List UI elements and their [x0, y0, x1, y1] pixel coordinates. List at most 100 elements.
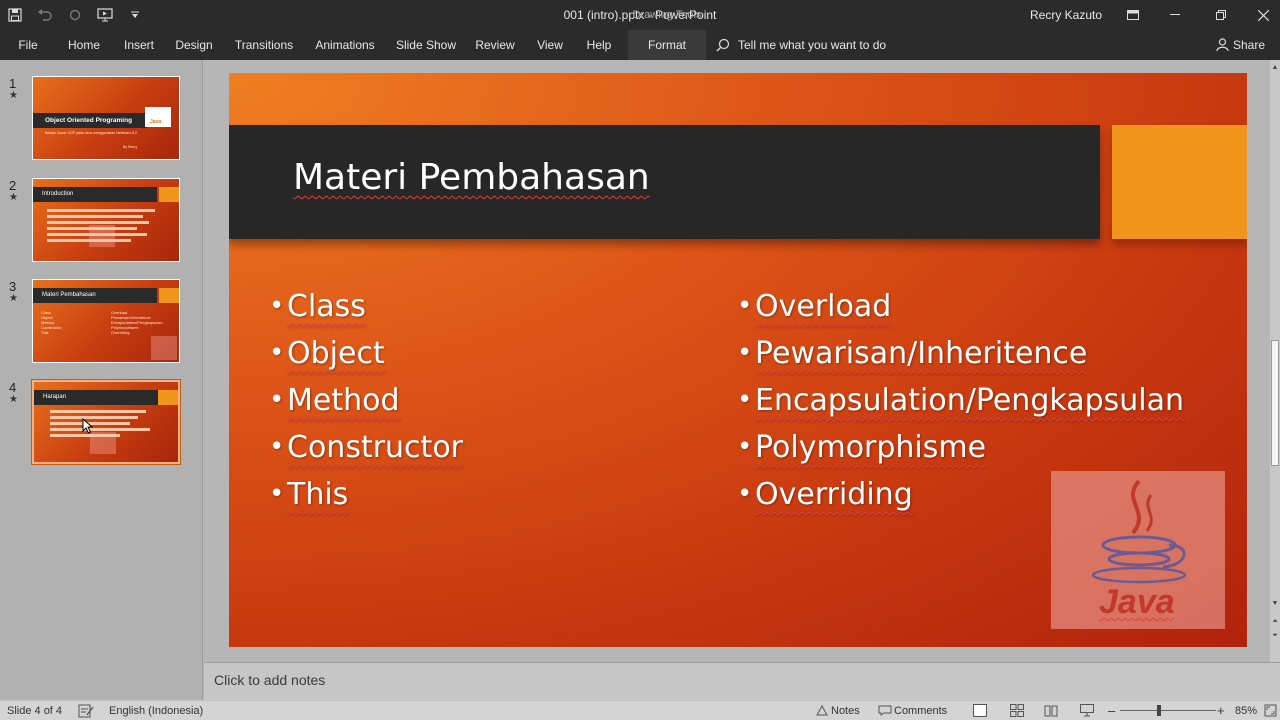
animation-star-icon: ★ — [9, 394, 18, 405]
thumb-subtitle: Belajar Dasar OOP pada Java menggunakan … — [45, 131, 137, 135]
current-slide[interactable]: Materi Pembahasan •Class •Object •Method… — [229, 73, 1247, 647]
quick-access-toolbar — [0, 0, 150, 30]
language-indicator[interactable]: English (Indonesia) — [109, 701, 203, 720]
scroll-up-icon[interactable]: ▲ — [1270, 62, 1280, 74]
share-button[interactable]: Share — [1216, 30, 1265, 60]
thumb-title: Introduction — [33, 187, 157, 202]
user-name[interactable]: Recry Kazuto — [1030, 0, 1102, 30]
spelling-check-icon[interactable] — [78, 704, 94, 720]
bullet-item: •This — [269, 477, 349, 512]
comments-toggle-button[interactable]: Comments — [894, 701, 947, 720]
tab-animations[interactable]: Animations — [308, 30, 382, 60]
slide-preview[interactable]: Object Oriented Programing Java Belajar … — [32, 76, 180, 160]
java-logo-mini-icon: Java — [145, 107, 171, 127]
close-icon[interactable] — [1240, 0, 1280, 30]
thumb-right-list: Overload Pewarisan/Inheritence Encapsula… — [111, 310, 163, 335]
slide-sorter-view-icon[interactable] — [1010, 704, 1024, 720]
zoom-in-icon[interactable]: + — [1217, 701, 1225, 720]
start-from-beginning-icon[interactable] — [90, 0, 120, 30]
thumbnail-slide-4[interactable]: 4 ★ Harapan — [0, 379, 200, 466]
animation-star-icon: ★ — [9, 90, 18, 101]
slide-counter: Slide 4 of 4 — [7, 705, 63, 717]
animation-star-icon: ★ — [9, 192, 18, 203]
tab-design[interactable]: Design — [170, 30, 218, 60]
bullet-item: •Pewarisan/Inheritence — [737, 336, 1088, 371]
vertical-scrollbar[interactable]: ▲ ▼ ⏶ ⏷ — [1270, 60, 1280, 662]
mouse-cursor-icon — [82, 418, 94, 434]
tab-file[interactable]: File — [8, 30, 48, 60]
tab-insert[interactable]: Insert — [116, 30, 162, 60]
tab-review[interactable]: Review — [470, 30, 520, 60]
normal-view-icon[interactable] — [973, 704, 987, 717]
bullet-item: •Polymorphisme — [737, 430, 987, 465]
scrollbar-thumb[interactable] — [1271, 340, 1279, 466]
redo-icon[interactable] — [60, 0, 90, 30]
zoom-level[interactable]: 85% — [1235, 701, 1257, 720]
ribbon-display-options-icon[interactable] — [1110, 0, 1156, 30]
notes-icon — [816, 704, 828, 719]
thumb-author: By Recry — [123, 145, 138, 149]
tab-home[interactable]: Home — [60, 30, 108, 60]
thumb-body-lines — [50, 410, 160, 437]
thumbnail-slide-2[interactable]: 2 ★ Introduction — [0, 178, 200, 264]
java-logo-icon[interactable]: Java — [1051, 471, 1225, 629]
slide-preview-selected[interactable]: Harapan — [31, 379, 181, 465]
slide-preview[interactable]: Materi Pembahasan Class Object Method Co… — [32, 279, 180, 363]
bullet-item: •Method — [269, 383, 400, 418]
bullet-item: •Overload — [737, 289, 892, 324]
slideshow-view-icon[interactable] — [1080, 704, 1094, 720]
tab-help[interactable]: Help — [580, 30, 618, 60]
fit-slide-icon[interactable] — [1264, 704, 1277, 720]
save-icon[interactable] — [0, 0, 30, 30]
restore-icon[interactable] — [1198, 0, 1244, 30]
thumb-title: Harapan — [34, 390, 158, 405]
thumb-title: Object Oriented Programing — [33, 113, 147, 128]
notes-placeholder[interactable]: Click to add notes — [214, 672, 325, 688]
lightbulb-search-icon — [716, 38, 730, 52]
animation-star-icon: ★ — [9, 293, 18, 304]
accent-square — [1112, 125, 1247, 239]
slide-number: 1 — [9, 76, 17, 91]
undo-icon[interactable] — [30, 0, 60, 30]
comments-icon — [878, 705, 892, 719]
slide-number: 3 — [9, 279, 17, 294]
title-placeholder[interactable]: Materi Pembahasan — [229, 125, 1100, 239]
tab-format[interactable]: Format — [628, 30, 706, 60]
bullet-item: •Class — [269, 289, 366, 324]
title-bar: 001 (intro).pptx - PowerPoint Drawing To… — [0, 0, 1280, 30]
ribbon-tabs: File Home Insert Design Transitions Anim… — [0, 30, 1280, 60]
tell-me-search[interactable]: Tell me what you want to do — [716, 30, 886, 60]
thumbnail-slide-1[interactable]: 1 ★ Object Oriented Programing Java Bela… — [0, 76, 200, 162]
thumb-left-list: Class Object Method Constructor This — [41, 310, 62, 335]
java-watermark-icon — [151, 336, 177, 360]
bullet-item: •Object — [269, 336, 385, 371]
slide-title[interactable]: Materi Pembahasan — [293, 157, 650, 198]
slide-number: 2 — [9, 178, 17, 193]
zoom-slider-track[interactable] — [1120, 710, 1216, 711]
zoom-out-icon[interactable]: – — [1108, 701, 1115, 720]
reading-view-icon[interactable] — [1044, 704, 1058, 720]
slide-preview[interactable]: Introduction — [32, 178, 180, 262]
java-logo-text: Java — [1099, 583, 1175, 621]
minimize-icon[interactable] — [1152, 0, 1198, 30]
scroll-down-icon[interactable]: ▼ — [1270, 598, 1280, 610]
notes-toggle-button[interactable]: Notes — [831, 701, 860, 720]
tell-me-text: Tell me what you want to do — [738, 38, 887, 52]
previous-slide-icon[interactable]: ⏶ — [1270, 616, 1280, 628]
tab-view[interactable]: View — [530, 30, 570, 60]
next-slide-icon[interactable]: ⏷ — [1270, 630, 1280, 642]
left-bullet-list[interactable]: •Class •Object •Method •Constructor •Thi… — [269, 289, 463, 524]
tab-transitions[interactable]: Transitions — [230, 30, 298, 60]
customize-toolbar-icon[interactable] — [120, 0, 150, 30]
notes-pane[interactable]: Click to add notes — [204, 662, 1280, 700]
drawing-tools-label: Drawing Tools — [632, 9, 702, 21]
bullet-item: •Constructor — [269, 430, 464, 465]
thumb-body-lines — [47, 209, 157, 242]
zoom-slider-knob[interactable] — [1157, 705, 1161, 716]
slide-thumbnail-pane[interactable]: 1 ★ Object Oriented Programing Java Bela… — [0, 60, 203, 700]
thumbnail-slide-3[interactable]: 3 ★ Materi Pembahasan Class Object Metho… — [0, 279, 200, 365]
tab-slide-show[interactable]: Slide Show — [392, 30, 460, 60]
slide-number: 4 — [9, 380, 17, 395]
person-icon — [1216, 38, 1229, 52]
bullet-item: •Encapsulation/Pengkapsulan — [737, 383, 1185, 418]
